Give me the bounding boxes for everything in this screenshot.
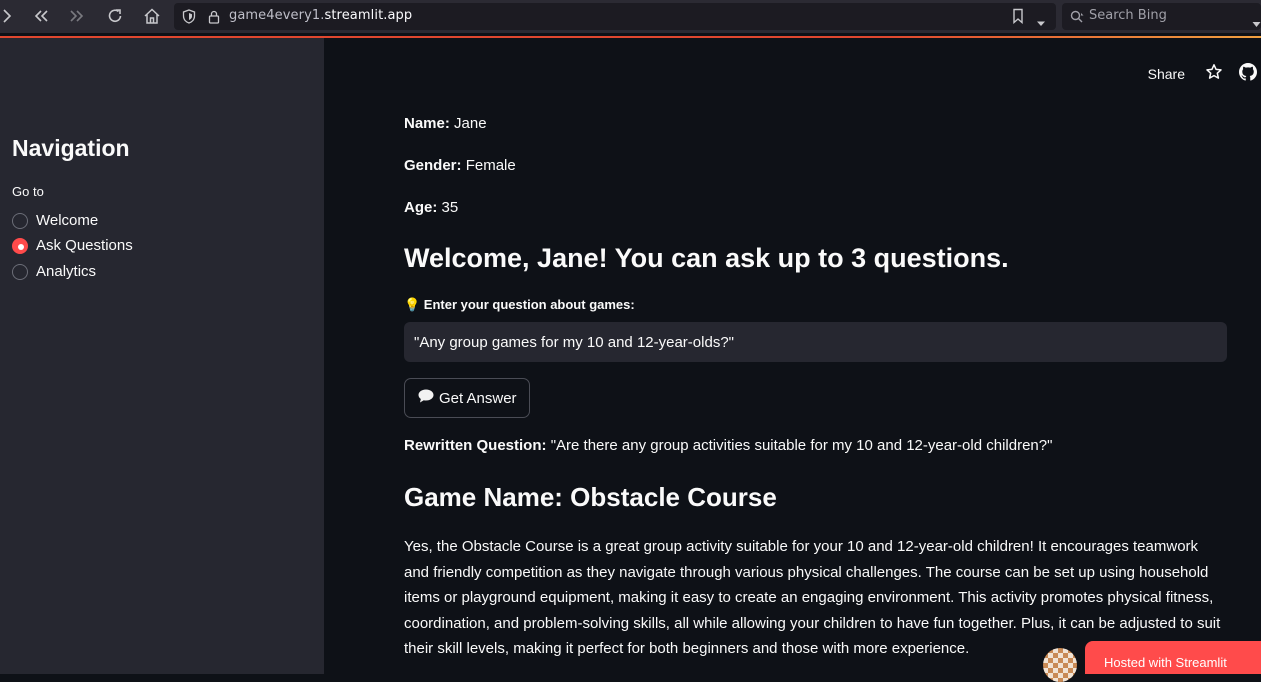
sidebar-title: Navigation (12, 135, 130, 161)
question-input[interactable] (404, 322, 1227, 362)
search-placeholder: Search Bing (1089, 8, 1167, 23)
forward-icon[interactable] (69, 8, 85, 28)
url-text[interactable]: game4every1.streamlit.app (229, 8, 412, 23)
radio-option-ask-questions[interactable]: Ask Questions (12, 237, 133, 254)
welcome-heading: Welcome, Jane! You can ask up to 3 quest… (404, 243, 1009, 273)
radio-label[interactable]: Analytics (36, 263, 96, 280)
chevron-right-icon[interactable] (2, 7, 12, 29)
gender-field: Gender: Female (404, 157, 516, 174)
name-label: Name: (404, 115, 450, 132)
back-icon[interactable] (33, 8, 49, 28)
game-name-heading: Game Name: Obstacle Course (404, 482, 777, 512)
shield-icon[interactable] (182, 9, 196, 28)
github-icon[interactable] (1239, 63, 1257, 85)
share-button[interactable]: Share (1148, 66, 1185, 82)
main-content: Share Name: Jane Gender: Female Age: 35 … (324, 38, 1261, 674)
star-icon[interactable] (1205, 63, 1223, 85)
url-bar[interactable]: game4every1.streamlit.app (174, 3, 1056, 30)
chevron-down-icon[interactable] (1036, 13, 1046, 32)
radio-option-analytics[interactable]: Analytics (12, 263, 96, 280)
reload-icon[interactable] (106, 7, 124, 29)
search-engine-dropdown-icon[interactable] (1252, 13, 1261, 32)
creator-avatar[interactable] (1043, 648, 1077, 682)
sidebar: Navigation Go to Welcome Ask Questions A… (0, 38, 324, 674)
get-answer-button[interactable]: Get Answer (404, 378, 530, 418)
radio-button-selected[interactable] (12, 237, 28, 254)
gender-value: Female (465, 157, 516, 174)
name-field: Name: Jane (404, 115, 487, 132)
name-value: Jane (454, 115, 487, 132)
browser-toolbar: game4every1.streamlit.app Search Bing (0, 0, 1261, 33)
get-answer-label: Get Answer (439, 389, 517, 407)
home-icon[interactable] (143, 7, 161, 29)
app-toolbar: Share (1148, 63, 1261, 85)
bookmark-icon[interactable] (1012, 8, 1024, 28)
rewritten-value: "Are there any group activities suitable… (550, 437, 1053, 454)
radio-label[interactable]: Ask Questions (36, 237, 133, 254)
speech-bubble-icon (417, 388, 435, 408)
age-field: Age: 35 (404, 199, 458, 216)
search-icon (1070, 9, 1085, 28)
age-label: Age: (404, 199, 438, 216)
radio-button[interactable] (12, 263, 28, 280)
hosted-with-streamlit-badge[interactable]: Hosted with Streamlit (1085, 641, 1261, 674)
rewritten-label: Rewritten Question: (404, 437, 547, 454)
lock-icon[interactable] (208, 9, 220, 28)
radio-button[interactable] (12, 212, 28, 229)
gender-label: Gender: (404, 157, 462, 174)
radio-label[interactable]: Welcome (36, 212, 98, 229)
question-input-label: 💡 Enter your question about games: (404, 297, 635, 312)
age-value: 35 (441, 199, 459, 216)
rewritten-question: Rewritten Question: "Are there any group… (404, 437, 1052, 454)
radio-option-welcome[interactable]: Welcome (12, 212, 98, 229)
radio-group-label: Go to (12, 184, 44, 199)
search-bar[interactable]: Search Bing (1062, 3, 1261, 30)
